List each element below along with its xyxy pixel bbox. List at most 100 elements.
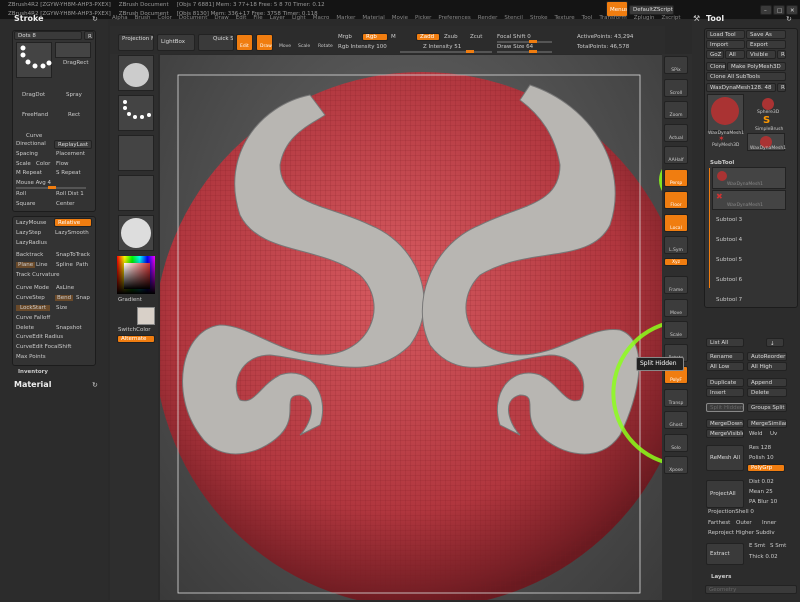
gradient-button[interactable]: Gradient — [118, 297, 142, 303]
stroke-dragrect[interactable]: DragRect — [63, 60, 89, 66]
shelf-floor-button[interactable]: Floor — [664, 191, 688, 209]
relative-button[interactable]: Relative — [54, 218, 92, 227]
draw-size-slider[interactable]: Draw Size 64 — [497, 44, 533, 50]
draw-button[interactable]: Draw — [256, 34, 273, 51]
subtool-scrollbar[interactable] — [709, 168, 710, 288]
shelf-actual-button[interactable]: Actual — [664, 123, 688, 142]
color-slider[interactable]: Color — [36, 161, 50, 167]
plane-button[interactable]: Plane — [16, 262, 36, 268]
drawsize-track[interactable] — [497, 50, 552, 53]
projection-master-button[interactable]: Projection Master — [118, 34, 154, 51]
refresh-icon[interactable]: ↻ — [92, 381, 98, 389]
bend-button[interactable]: Bend — [55, 295, 74, 301]
rotate-button[interactable]: Rotate — [318, 44, 333, 49]
import-button[interactable]: Import — [706, 40, 745, 49]
polish-slider[interactable]: Polish 10 — [749, 455, 774, 461]
duplicate-button[interactable]: Duplicate — [706, 378, 744, 387]
subtool-item-7[interactable]: Subtool 7 — [716, 297, 742, 303]
mrepeat-slider[interactable]: M Repeat — [16, 170, 42, 176]
spacing-slider[interactable]: Spacing — [16, 151, 38, 157]
menu-marker[interactable]: Marker — [336, 15, 355, 21]
lockstart-button[interactable]: LockStart — [16, 305, 50, 311]
weld-button[interactable]: Weld — [749, 431, 763, 437]
extract-button[interactable]: Extract — [706, 543, 744, 565]
lazymouse-button[interactable]: LazyMouse — [16, 220, 46, 226]
outer-button[interactable]: Outer — [736, 520, 752, 526]
texture-thumb[interactable] — [118, 175, 154, 211]
stroke-thumb[interactable] — [118, 95, 154, 131]
layers-section[interactable]: Layers — [711, 574, 731, 580]
refresh-icon[interactable]: ↻ — [92, 15, 98, 23]
insert-button[interactable]: Insert — [706, 388, 744, 397]
viewport-model[interactable] — [154, 55, 690, 602]
alternate-button[interactable]: Alternate — [117, 335, 155, 343]
reproject-button[interactable]: Reproject Higher Subdiv — [708, 530, 775, 536]
mrgb-button[interactable]: Mrgb — [338, 34, 352, 40]
zcut-button[interactable]: Zcut — [470, 34, 482, 40]
max-points-slider[interactable]: Max Points — [16, 354, 46, 360]
append-button[interactable]: Append — [747, 378, 787, 387]
farthest-button[interactable]: Farthest — [708, 520, 730, 526]
shelf-xyz-button[interactable]: Xyz — [664, 258, 688, 266]
edit-button[interactable]: Edit — [236, 34, 253, 51]
minimize-button[interactable]: – — [760, 5, 772, 15]
stroke-title[interactable]: Stroke — [14, 14, 44, 23]
menu-zplugin[interactable]: Zplugin — [634, 15, 655, 21]
subtool-item-1[interactable]: WaxDynaMesh1 — [712, 167, 786, 189]
curve-falloff[interactable]: Curve Falloff — [16, 315, 50, 321]
brush-thumb[interactable] — [118, 55, 154, 91]
projectall-button[interactable]: ProjectAll — [706, 480, 744, 508]
save-as-button[interactable]: Save As — [746, 30, 786, 39]
delete-button[interactable]: Delete — [16, 325, 34, 331]
curveedit-radius-slider[interactable]: CurveEdit Radius — [16, 334, 63, 340]
snap-button[interactable]: Snap — [76, 295, 90, 301]
snapshot-button[interactable]: Snapshot — [56, 325, 82, 331]
goz-r-button[interactable]: R — [777, 50, 786, 59]
export-button[interactable]: Export — [746, 40, 786, 49]
clone-button[interactable]: Clone — [706, 62, 726, 71]
material-thumb[interactable] — [118, 215, 154, 251]
scale-button[interactable]: Scale — [298, 44, 310, 49]
default-zscript-button[interactable]: DefaultZScript — [629, 5, 674, 15]
canvas[interactable] — [154, 55, 690, 602]
material-title[interactable]: Material — [14, 380, 51, 389]
clone-all-subtools-button[interactable]: Clone All SubTools — [706, 72, 786, 81]
z-intensity-slider[interactable]: Z Intensity 51 — [423, 44, 461, 50]
curvestep-slider[interactable]: CurveStep — [16, 295, 45, 301]
delete-subtool-button[interactable]: Delete — [747, 388, 787, 397]
shelf-move-button[interactable]: Move — [664, 298, 688, 317]
line-button[interactable]: Line — [36, 262, 47, 268]
stroke-reset-button[interactable]: R — [84, 31, 94, 40]
inventory-label[interactable]: Inventory — [18, 369, 48, 375]
placement-slider[interactable]: Placement — [56, 151, 85, 157]
alpha-thumb[interactable] — [118, 135, 154, 171]
subtool-item-5[interactable]: Subtool 5 — [716, 257, 742, 263]
res-slider[interactable]: Res 128 — [749, 445, 771, 451]
e-smt-slider[interactable]: E Smt — [749, 543, 765, 549]
color-picker[interactable] — [117, 256, 155, 294]
load-tool-button[interactable]: Load Tool — [706, 30, 745, 39]
shelf-frame-button[interactable]: Frame — [664, 276, 688, 294]
mergevisible-button[interactable]: MergeVisible — [706, 429, 744, 438]
groups-split-button[interactable]: Groups Split — [747, 403, 787, 412]
spline-button[interactable]: Spline — [56, 262, 73, 268]
split-hidden-button[interactable]: Split Hidden — [706, 403, 744, 412]
roll-dist-slider[interactable]: Roll Dist 1 — [56, 191, 84, 197]
menu-stencil[interactable]: Stencil — [504, 15, 523, 21]
mouse-avg-track[interactable] — [16, 186, 86, 189]
stroke-rect[interactable]: Rect — [68, 112, 80, 118]
shelf-scroll-button[interactable]: Scroll — [664, 78, 688, 97]
stroke-spray[interactable]: Spray — [66, 92, 82, 98]
stroke-freehand[interactable]: FreeHand — [22, 112, 48, 118]
zint-track[interactable] — [400, 50, 492, 53]
lazysmooth-slider[interactable]: LazySmooth — [55, 230, 89, 236]
switchcolor-button[interactable]: SwitchColor — [118, 327, 151, 333]
menu-file[interactable]: File — [253, 15, 262, 21]
menu-edit[interactable]: Edit — [236, 15, 247, 21]
stroke-curve[interactable]: Curve — [26, 133, 42, 139]
shelf-aahalf-button[interactable]: AAHalf — [664, 146, 688, 164]
zadd-button[interactable]: Zadd — [416, 33, 440, 41]
menu-preferences[interactable]: Preferences — [438, 15, 470, 21]
mean-slider[interactable]: Mean 25 — [749, 489, 773, 495]
menu-render[interactable]: Render — [478, 15, 498, 21]
